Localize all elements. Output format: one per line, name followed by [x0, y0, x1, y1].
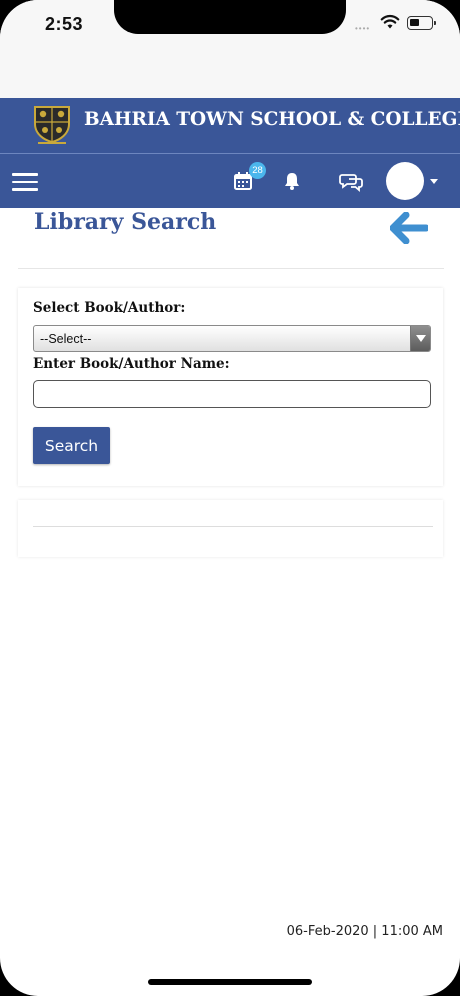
book-author-select[interactable]: --Select-- [33, 325, 431, 352]
bell-icon[interactable] [283, 171, 301, 191]
phone-screen: 2:53 •••• BAHRIA TOWN SCHOOL & COLLEGE 2… [0, 0, 460, 996]
battery-icon [407, 16, 436, 30]
back-arrow-icon[interactable] [390, 212, 428, 244]
crest-logo [34, 106, 70, 144]
select-value: --Select-- [40, 332, 92, 346]
results-card [18, 500, 443, 557]
notch [114, 0, 346, 34]
results-divider [33, 526, 433, 527]
status-bar: 2:53 •••• [0, 0, 460, 98]
book-author-name-input[interactable] [33, 380, 431, 408]
avatar[interactable] [386, 162, 424, 200]
divider [18, 268, 444, 269]
school-name: BAHRIA TOWN SCHOOL & COLLEGE [84, 109, 460, 130]
wifi-icon [380, 14, 400, 29]
calendar-badge: 28 [249, 162, 266, 179]
school-header: BAHRIA TOWN SCHOOL & COLLEGE [0, 98, 460, 154]
signal-dots: •••• [355, 24, 371, 33]
select-label: Select Book/Author: [33, 300, 186, 316]
footer-datetime: 06-Feb-2020 | 11:00 AM [286, 924, 443, 939]
nav-bar: 28 [0, 154, 460, 208]
search-form-card: Select Book/Author: --Select-- Enter Boo… [18, 288, 443, 486]
chevron-down-icon[interactable] [410, 326, 430, 351]
menu-icon[interactable] [12, 173, 38, 191]
search-button[interactable]: Search [33, 427, 110, 464]
chevron-down-icon[interactable] [430, 179, 438, 184]
page-title: Library Search [34, 209, 217, 235]
name-label: Enter Book/Author Name: [33, 356, 230, 372]
status-time: 2:53 [45, 14, 84, 34]
home-indicator[interactable] [148, 979, 312, 985]
chat-icon[interactable] [339, 170, 363, 192]
